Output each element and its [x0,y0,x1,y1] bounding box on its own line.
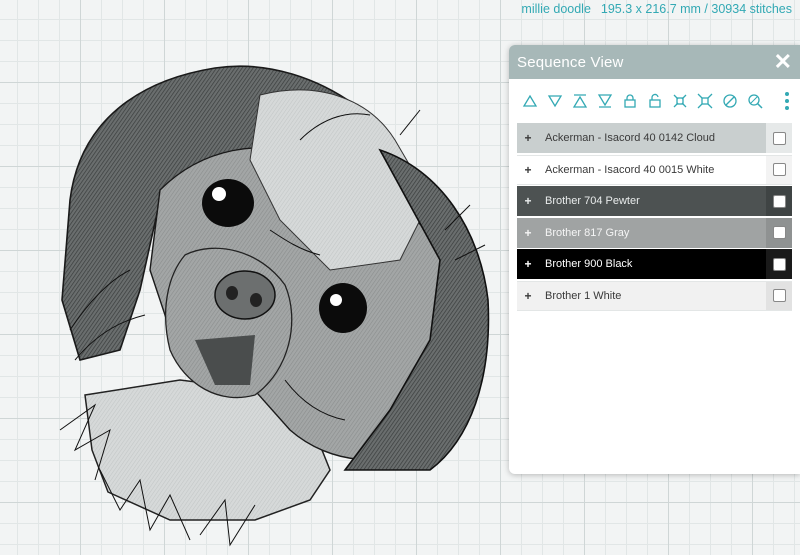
thread-row[interactable]: + Brother 704 Pewter [517,186,792,216]
thread-label: Brother 1 White [545,289,622,302]
thread-row[interactable]: + Ackerman - Isacord 40 0142 Cloud [517,123,792,153]
thread-label: Brother 704 Pewter [545,195,640,207]
move-up-icon[interactable] [517,91,542,111]
expand-plus-icon[interactable]: + [517,194,539,208]
visibility-checkbox[interactable] [772,289,786,302]
more-vertical-icon[interactable] [780,91,794,111]
thread-label: Brother 900 Black [545,258,633,270]
visibility-checkbox[interactable] [772,226,786,239]
expand-plus-icon[interactable]: + [517,131,539,145]
sequence-toolbar [509,79,800,123]
visibility-checkbox[interactable] [772,163,786,176]
sequence-view-header: Sequence View ✕ [509,45,800,79]
sequence-view-panel: Sequence View ✕ + Ackerman - Isacord 40 … [509,45,800,474]
thread-label: Ackerman - Isacord 40 0142 Cloud [545,132,715,144]
move-to-bottom-icon[interactable] [592,91,617,111]
group-icon[interactable] [667,91,692,111]
thread-row[interactable]: + Brother 1 White [517,280,792,311]
find-icon[interactable] [742,91,767,111]
thread-row[interactable]: + Brother 900 Black [517,249,792,279]
visibility-checkbox[interactable] [772,131,786,145]
thread-list: + Ackerman - Isacord 40 0142 Cloud + Ackerm… [509,123,800,311]
thread-label: Ackerman - Isacord 40 0015 White [545,163,715,176]
dog-embroidery-design[interactable] [59,65,490,547]
lock-icon[interactable] [617,91,642,111]
thread-label: Brother 817 Gray [545,226,630,239]
thread-row[interactable]: + Ackerman - Isacord 40 0015 White [517,154,792,185]
expand-plus-icon[interactable]: + [517,289,539,303]
close-button[interactable]: ✕ [774,51,792,73]
visibility-checkbox-cell [766,249,792,279]
visibility-checkbox-cell [766,281,792,310]
visibility-checkbox[interactable] [772,257,786,271]
panel-title: Sequence View [517,53,624,71]
visibility-checkbox-cell [766,217,792,248]
visibility-checkbox[interactable] [772,194,786,208]
visibility-checkbox-cell [766,155,792,184]
move-to-top-icon[interactable] [567,91,592,111]
expand-plus-icon[interactable]: + [517,257,539,271]
unlock-icon[interactable] [642,91,667,111]
move-down-icon[interactable] [542,91,567,111]
ungroup-icon[interactable] [692,91,717,111]
visibility-checkbox-cell [766,123,792,153]
hide-icon[interactable] [717,91,742,111]
expand-plus-icon[interactable]: + [517,163,539,177]
expand-plus-icon[interactable]: + [517,226,539,240]
thread-row[interactable]: + Brother 817 Gray [517,217,792,248]
visibility-checkbox-cell [766,186,792,216]
